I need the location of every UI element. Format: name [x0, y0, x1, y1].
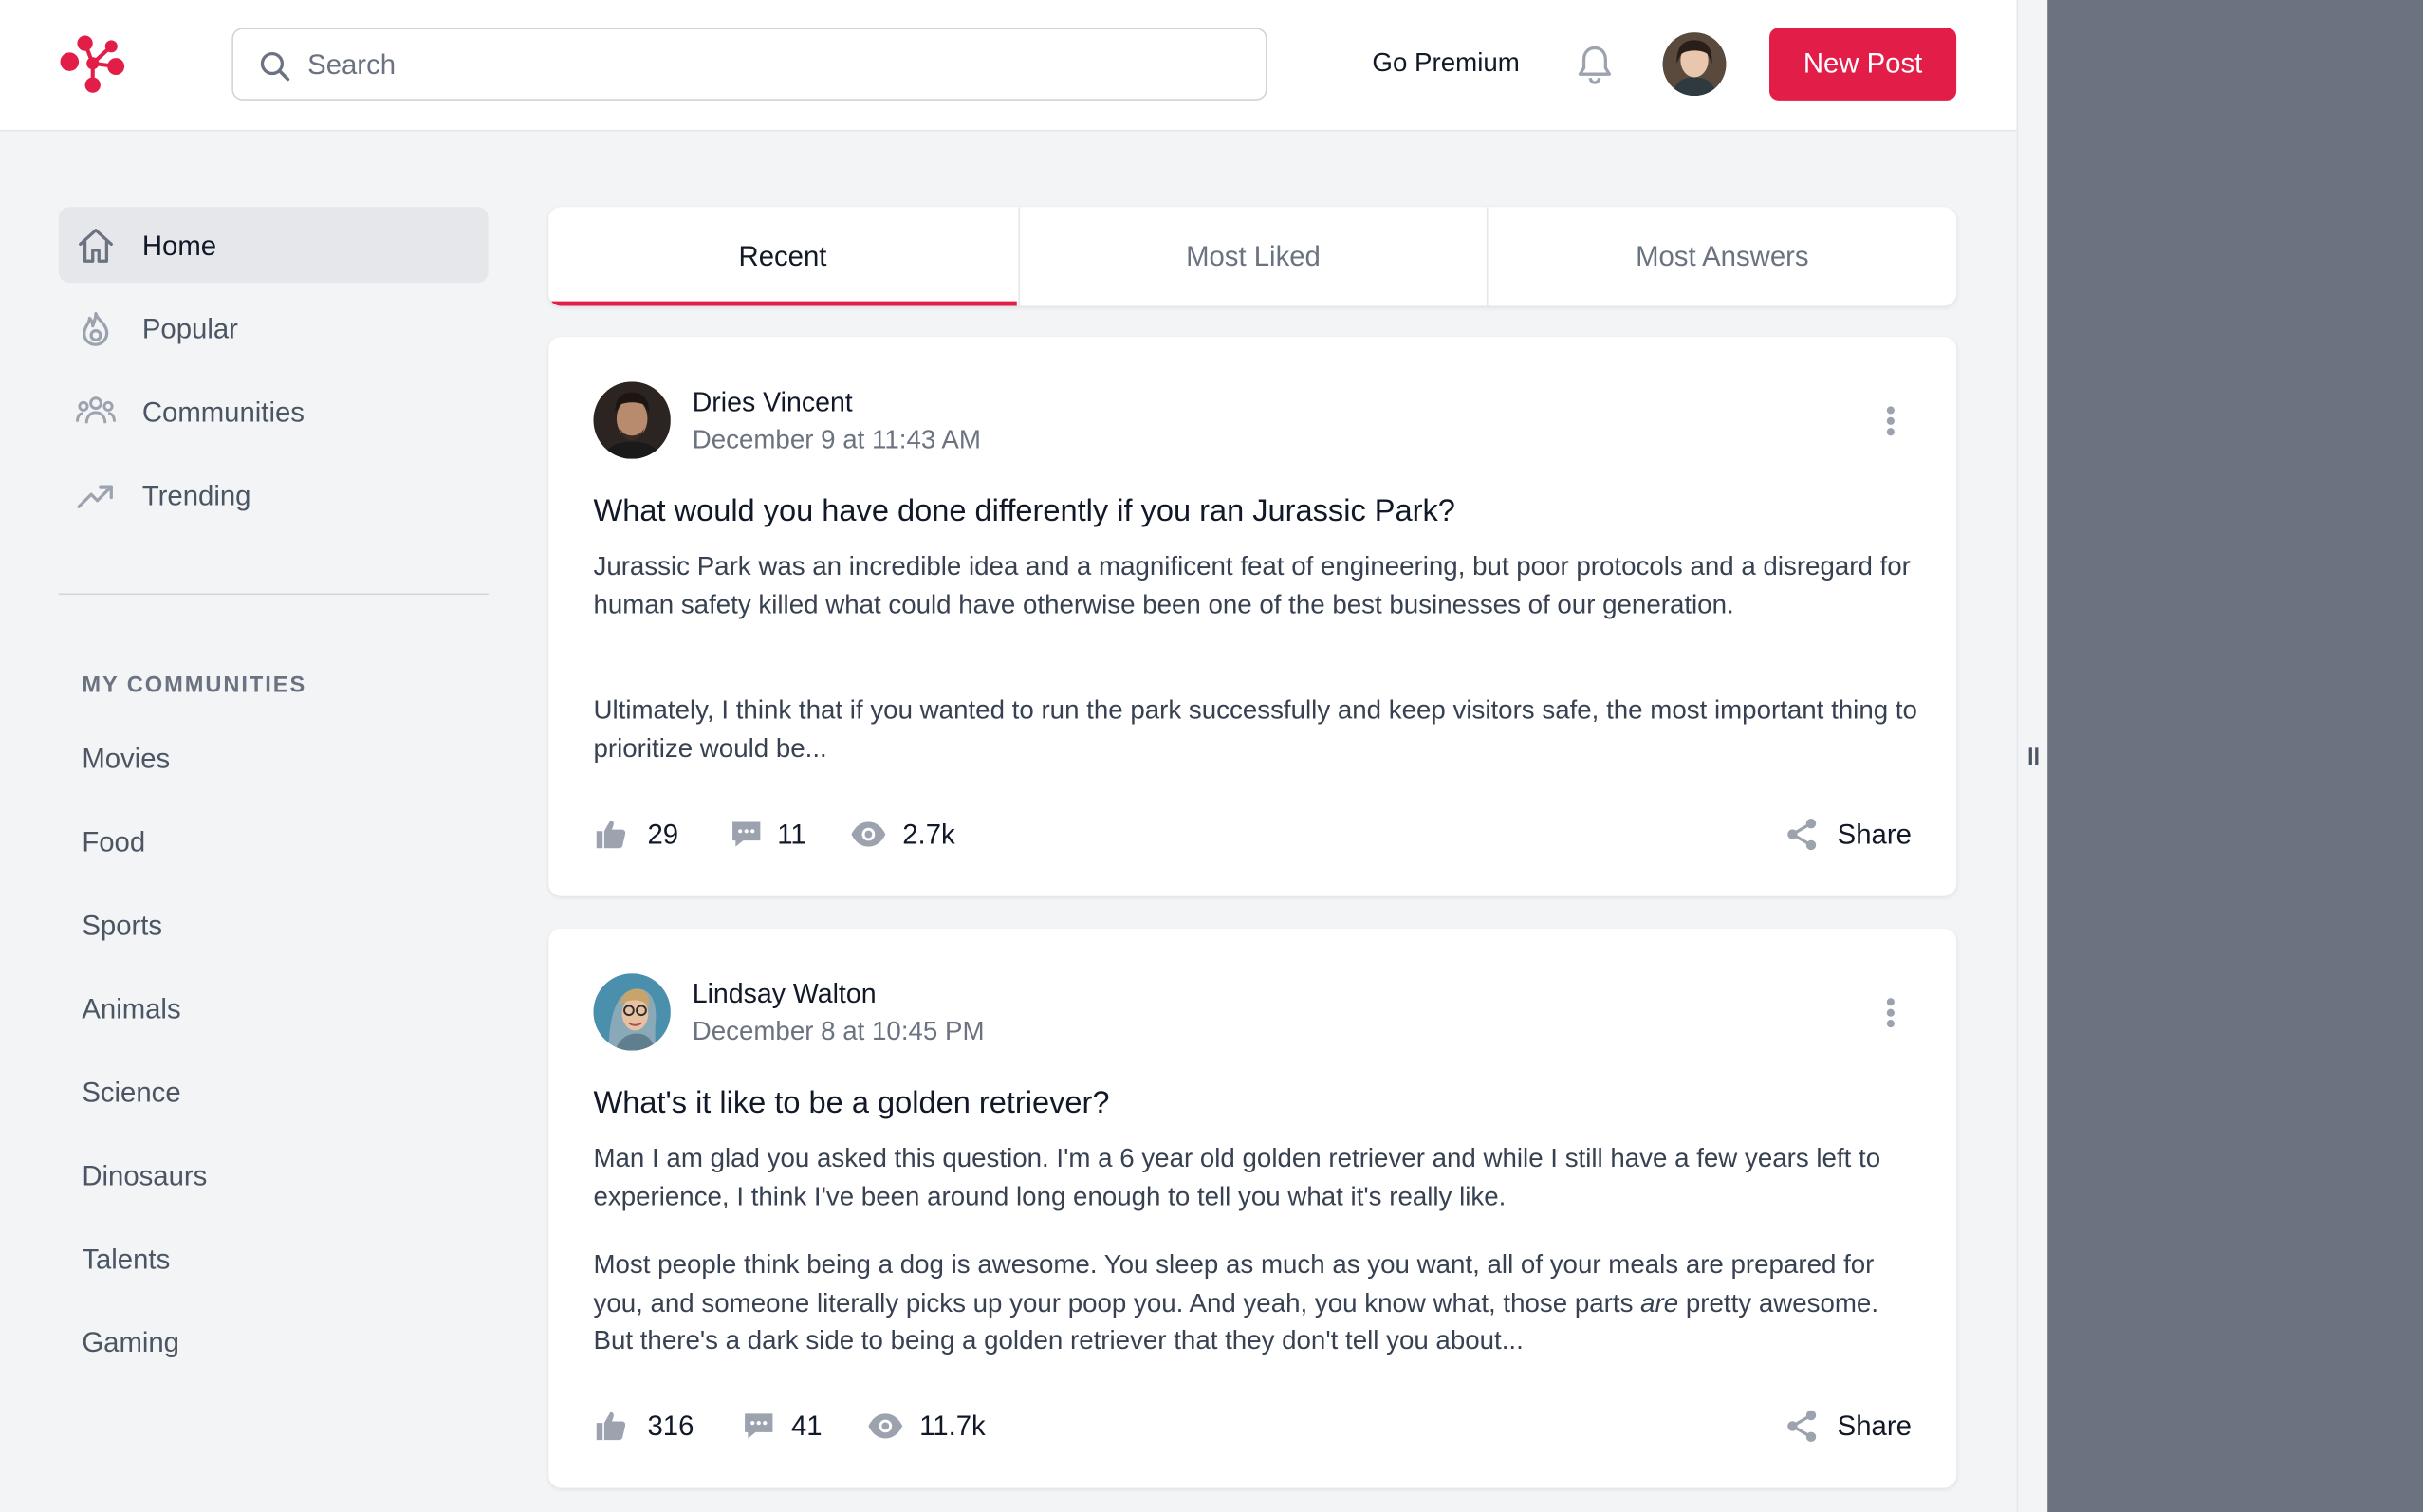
community-link-food[interactable]: Food	[82, 826, 145, 858]
bell-icon[interactable]	[1575, 44, 1615, 95]
author-avatar[interactable]	[593, 973, 671, 1051]
view-count: 11.7k	[919, 1411, 986, 1442]
top-bar: Go Premium New Post	[0, 0, 2017, 132]
trending-up-icon	[77, 485, 113, 508]
reply-count: 11	[777, 819, 806, 850]
drag-handle-icon[interactable]	[2028, 747, 2039, 766]
app-main: Go Premium New Post	[0, 0, 2017, 1512]
view-count: 2.7k	[902, 819, 955, 850]
sidebar-item-home[interactable]: Home	[58, 207, 489, 284]
sidebar-divider	[58, 593, 489, 596]
post-body-emphasis: are	[1640, 1287, 1679, 1318]
user-avatar[interactable]	[1662, 32, 1727, 96]
fire-icon	[83, 312, 109, 346]
community-link-science[interactable]: Science	[82, 1077, 180, 1109]
share-label: Share	[1837, 819, 1912, 850]
post-body-paragraph: Man I am glad you asked this question. I…	[593, 1143, 1881, 1211]
user-group-icon	[75, 396, 116, 424]
tab-label: Recent	[738, 241, 827, 272]
post-date[interactable]: December 8 at 10:45 PM	[693, 1017, 985, 1048]
like-count: 29	[647, 819, 679, 850]
share-icon	[1787, 1410, 1817, 1443]
tab-label: Most Answers	[1636, 241, 1809, 272]
post-body-paragraph: Jurassic Park was an incredible idea and…	[593, 551, 1911, 619]
post-card: Lindsay Walton December 8 at 10:45 PM Wh…	[548, 928, 1957, 1488]
tab-label: Most Liked	[1186, 241, 1321, 272]
community-link-sports[interactable]: Sports	[82, 910, 162, 942]
post-title[interactable]: What would you have done differently if …	[593, 494, 1454, 529]
sidebar-item-label: Communities	[141, 396, 305, 429]
post-body-paragraph: Ultimately, I think that if you wanted t…	[593, 694, 1917, 763]
author-avatar[interactable]	[593, 381, 671, 459]
active-tab-indicator	[548, 301, 1017, 306]
eye-icon	[868, 1413, 903, 1439]
like-count: 316	[647, 1411, 694, 1442]
share-label: Share	[1837, 1411, 1912, 1442]
post-date[interactable]: December 9 at 11:43 AM	[693, 425, 981, 456]
more-options-icon[interactable]	[1875, 995, 1909, 1032]
sidebar-item-label: Popular	[141, 313, 238, 345]
resize-gutter[interactable]	[2016, 0, 2048, 1512]
sidebar-item-popular[interactable]: Popular	[59, 290, 489, 366]
sidebar-item-label: Trending	[141, 480, 251, 512]
tab-most-liked[interactable]: Most Liked	[1018, 207, 1487, 306]
author-name[interactable]: Dries Vincent	[693, 386, 853, 418]
thumbs-up-icon[interactable]	[593, 1409, 627, 1443]
post-title[interactable]: What's it like to be a golden retriever?	[593, 1086, 1109, 1121]
more-options-icon[interactable]	[1875, 403, 1909, 440]
comment-icon[interactable]	[742, 1409, 776, 1443]
search-input[interactable]	[307, 45, 1235, 85]
eye-icon	[851, 821, 886, 847]
share-icon	[1787, 818, 1817, 851]
community-link-animals[interactable]: Animals	[82, 993, 180, 1025]
community-link-talents[interactable]: Talents	[82, 1244, 170, 1276]
search-icon	[260, 51, 290, 82]
search-box[interactable]	[231, 28, 1267, 101]
post-body-paragraph: Most people think being a dog is awesome…	[593, 1246, 1922, 1360]
sidebar-item-trending[interactable]: Trending	[59, 457, 489, 533]
community-link-gaming[interactable]: Gaming	[82, 1327, 179, 1359]
new-post-button[interactable]: New Post	[1769, 28, 1957, 101]
author-name[interactable]: Lindsay Walton	[693, 978, 877, 1010]
tab-recent[interactable]: Recent	[548, 207, 1017, 306]
sidebar-item-label: Home	[141, 230, 217, 262]
tab-most-answers[interactable]: Most Answers	[1486, 207, 1956, 306]
home-icon	[79, 229, 113, 263]
thumbs-up-icon[interactable]	[593, 818, 627, 852]
my-communities-heading: MY COMMUNITIES	[82, 673, 307, 699]
community-link-movies[interactable]: Movies	[82, 743, 170, 775]
sidebar-item-communities[interactable]: Communities	[59, 374, 489, 450]
community-link-dinosaurs[interactable]: Dinosaurs	[82, 1160, 207, 1192]
post-card: Dries Vincent December 9 at 11:43 AM Wha…	[548, 337, 1957, 896]
comment-icon[interactable]	[730, 818, 764, 852]
reply-count: 41	[790, 1411, 823, 1442]
feed-tabs: Recent Most Liked Most Answers	[548, 207, 1957, 306]
go-premium-link[interactable]: Go Premium	[1372, 47, 1519, 79]
side-panel	[2047, 0, 2423, 1512]
logo-icon[interactable]	[59, 34, 127, 96]
